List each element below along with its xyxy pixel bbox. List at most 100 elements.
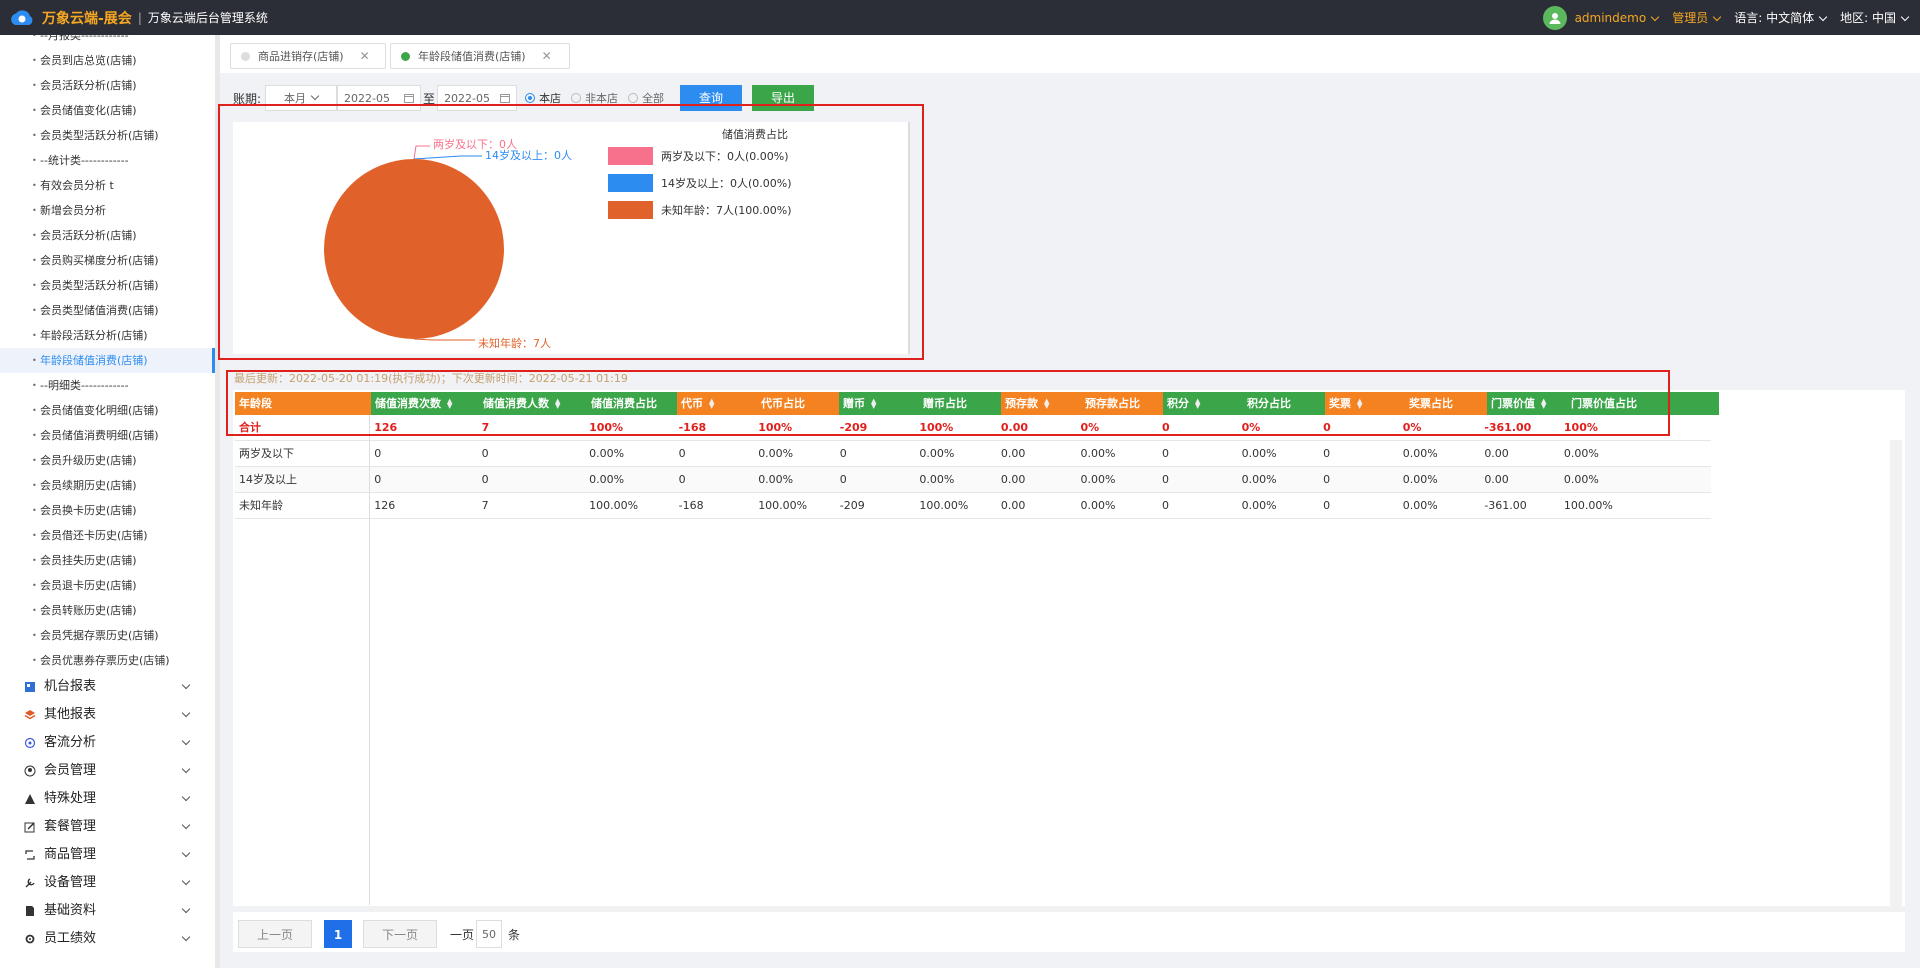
chevron-down-icon bbox=[181, 932, 191, 942]
tab-status-dot bbox=[241, 51, 250, 61]
table-cell: 0.00% bbox=[1402, 473, 1438, 486]
chevron-down-icon bbox=[1650, 12, 1660, 21]
close-icon[interactable]: ✕ bbox=[542, 49, 552, 63]
sidebar-group-product-management[interactable]: 商品管理 bbox=[0, 841, 215, 869]
table-cell: 0.00 bbox=[1484, 473, 1509, 486]
sidebar-item[interactable]: 会员活跃分析(店铺) bbox=[0, 73, 215, 98]
table-cell: 100.00% bbox=[758, 499, 808, 512]
close-icon[interactable]: ✕ bbox=[360, 49, 370, 63]
sidebar-item[interactable]: 新增会员分析 bbox=[0, 198, 215, 223]
language-menu[interactable]: 语言: 中文简体 bbox=[1734, 9, 1828, 26]
radio-unchecked-icon bbox=[628, 93, 639, 103]
table-cell: 0 bbox=[1323, 447, 1331, 460]
sidebar-item[interactable]: 会员类型活跃分析(店铺) bbox=[0, 273, 215, 298]
tab-label: 年龄段储值消费(店铺) bbox=[418, 50, 526, 63]
sidebar-item[interactable]: 会员凭据存票历史(店铺) bbox=[0, 623, 215, 648]
page-1-button[interactable]: 1 bbox=[324, 920, 352, 948]
chevron-down-icon bbox=[1712, 12, 1722, 22]
logo: 万象云端-展会 | 万象云端后台管理系统 bbox=[8, 7, 268, 29]
avatar[interactable] bbox=[1542, 5, 1567, 30]
table-row[interactable]: 未知年龄 126 7 100.00% -168 100.00% -209 100.00% 0.0… bbox=[235, 493, 1711, 519]
sidebar-item[interactable]: 会员退卡历史(店铺) bbox=[0, 573, 215, 598]
table-cell: 100.00% bbox=[1563, 499, 1613, 512]
tab-age-consumption[interactable]: 年龄段储值消费(店铺) ✕ bbox=[390, 43, 570, 69]
table-cell: 0.00% bbox=[589, 473, 625, 486]
sidebar-group-package-management[interactable]: 套餐管理 bbox=[0, 813, 215, 841]
user-icon bbox=[24, 765, 36, 777]
table-cell: 0.00% bbox=[1241, 473, 1277, 486]
sidebar-group-device-management[interactable]: 设备管理 bbox=[0, 869, 215, 897]
sidebar-item[interactable]: 有效会员分析 t bbox=[0, 173, 215, 198]
chevron-down-icon bbox=[181, 848, 191, 858]
tab-inventory[interactable]: 商品进销存(店铺) ✕ bbox=[230, 43, 386, 69]
sidebar-group-machine-report[interactable]: 机台报表 bbox=[0, 673, 215, 701]
table-cell: 0 bbox=[374, 473, 382, 486]
table-cell: 7 bbox=[481, 499, 489, 512]
sidebar: --月报类------------ 会员到店总览(店铺) 会员活跃分析(店铺) … bbox=[0, 35, 215, 968]
sidebar-item[interactable]: 会员到店总览(店铺) bbox=[0, 48, 215, 73]
table-scrollbar[interactable] bbox=[1890, 440, 1902, 906]
tab-bar: 商品进销存(店铺) ✕ 年龄段储值消费(店铺) ✕ bbox=[220, 35, 1920, 73]
table-cell: 0.00 bbox=[1000, 473, 1026, 486]
table-row[interactable]: 两岁及以下 0 0 0.00% 0 0.00% 0 0.00% 0.00 0.00% 0 0.00% 0… bbox=[235, 441, 1711, 467]
sidebar-group-label: 客流分析 bbox=[44, 735, 97, 750]
table-cell: 0.00% bbox=[758, 447, 794, 460]
edit-icon bbox=[24, 822, 35, 833]
sidebar-item[interactable]: 会员活跃分析(店铺) bbox=[0, 223, 215, 248]
user-menu[interactable]: admindemo bbox=[1575, 11, 1660, 25]
sidebar-item[interactable]: 会员储值消费明细(店铺) bbox=[0, 423, 215, 448]
next-page-button[interactable]: 下一页 bbox=[363, 920, 437, 948]
sidebar-item[interactable]: 会员储值变化明细(店铺) bbox=[0, 398, 215, 423]
table-cell: 0.00% bbox=[589, 447, 625, 460]
sidebar-item[interactable]: 会员类型储值消费(店铺) bbox=[0, 298, 215, 323]
table-cell: 0.00% bbox=[1563, 473, 1599, 486]
sidebar-group-other-report[interactable]: 其他报表 bbox=[0, 701, 215, 729]
table-cell: 100.00% bbox=[919, 499, 969, 512]
frozen-column-divider bbox=[369, 415, 370, 905]
sidebar-item[interactable]: 会员续期历史(店铺) bbox=[0, 473, 215, 498]
report-icon bbox=[25, 682, 35, 692]
per-page-unit: 条 bbox=[508, 928, 521, 942]
prev-page-button[interactable]: 上一页 bbox=[238, 920, 312, 948]
region-label: 地区: bbox=[1840, 11, 1869, 25]
sidebar-item[interactable]: 会员购买梯度分析(店铺) bbox=[0, 248, 215, 273]
table-cell: 100.00% bbox=[589, 499, 639, 512]
radio-unchecked-icon bbox=[571, 93, 582, 103]
row-label-cell: 两岁及以下 bbox=[239, 447, 294, 460]
sidebar-item[interactable]: 会员换卡历史(店铺) bbox=[0, 498, 215, 523]
role-menu[interactable]: 管理员 bbox=[1672, 9, 1722, 26]
sidebar-item[interactable]: 会员借还卡历史(店铺) bbox=[0, 523, 215, 548]
sidebar-item[interactable]: --明细类------------ bbox=[0, 373, 215, 398]
user-avatar-icon bbox=[1549, 12, 1561, 24]
file-icon bbox=[26, 906, 34, 916]
tab-label: 商品进销存(店铺) bbox=[258, 50, 344, 63]
layers-icon bbox=[24, 710, 36, 720]
sidebar-group-label: 其他报表 bbox=[44, 707, 97, 722]
sidebar-item[interactable]: 年龄段活跃分析(店铺) bbox=[0, 323, 215, 348]
sidebar-group-basic-data[interactable]: 基础资料 bbox=[0, 897, 215, 925]
chevron-down-icon bbox=[181, 876, 191, 886]
sidebar-item[interactable]: --月报类------------ bbox=[0, 35, 215, 48]
sidebar-item-active[interactable]: 年龄段储值消费(店铺) bbox=[0, 348, 215, 373]
chevron-down-icon bbox=[310, 91, 320, 101]
sidebar-group-traffic-analysis[interactable]: 客流分析 bbox=[0, 729, 215, 757]
per-page-input[interactable]: 50 bbox=[476, 920, 502, 948]
sidebar-item[interactable]: 会员挂失历史(店铺) bbox=[0, 548, 215, 573]
table-cell: -209 bbox=[839, 499, 865, 512]
region-value: 中国 bbox=[1871, 11, 1896, 25]
sidebar-item[interactable]: 会员转账历史(店铺) bbox=[0, 598, 215, 623]
sidebar-group-member-management[interactable]: 会员管理 bbox=[0, 757, 215, 785]
sidebar-item[interactable]: 会员升级历史(店铺) bbox=[0, 448, 215, 473]
cloud-logo-icon bbox=[11, 9, 33, 25]
sidebar-item[interactable]: 会员优惠券存票历史(店铺) bbox=[0, 648, 215, 673]
region-menu[interactable]: 地区: 中国 bbox=[1840, 9, 1910, 26]
table-row[interactable]: 14岁及以上 0 0 0.00% 0 0.00% 0 0.00% 0.00 0.00% 0 0.00%… bbox=[235, 467, 1711, 493]
sidebar-group-special-handling[interactable]: 特殊处理 bbox=[0, 785, 215, 813]
system-title: 万象云端后台管理系统 bbox=[147, 11, 268, 25]
sidebar-group-label: 设备管理 bbox=[44, 875, 97, 890]
sidebar-item[interactable]: --统计类------------ bbox=[0, 148, 215, 173]
sidebar-group-staff-performance[interactable]: 员工绩效 bbox=[0, 925, 215, 953]
sidebar-item[interactable]: 会员储值变化(店铺) bbox=[0, 98, 215, 123]
sidebar-item[interactable]: 会员类型活跃分析(店铺) bbox=[0, 123, 215, 148]
row-label-cell: 14岁及以上 bbox=[239, 473, 297, 486]
